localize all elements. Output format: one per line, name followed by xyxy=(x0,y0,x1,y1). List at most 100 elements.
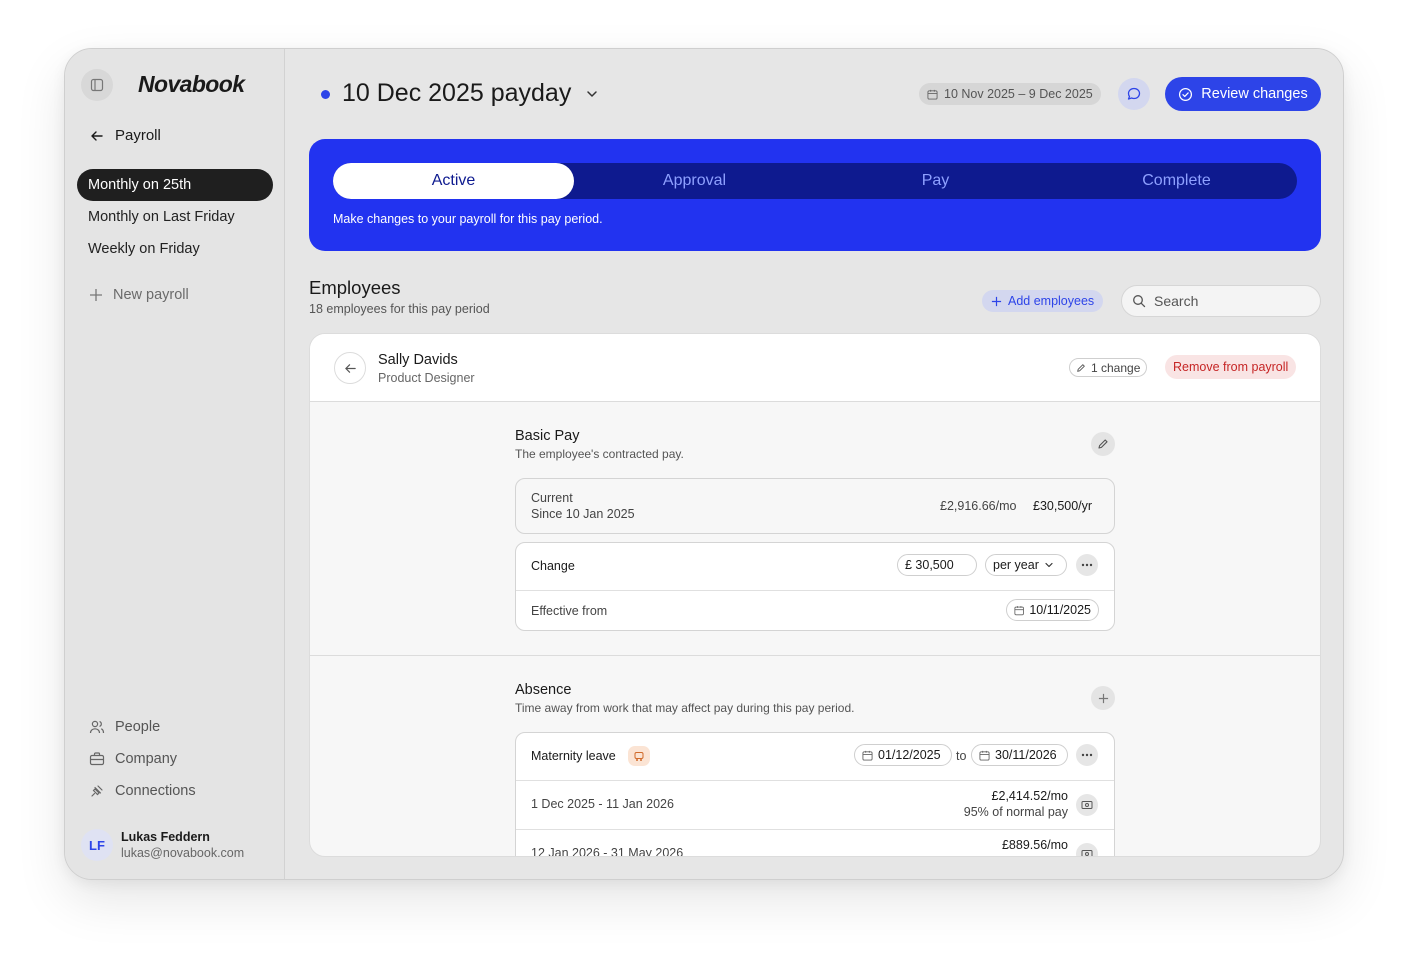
payroll-item-weekly-friday[interactable]: Weekly on Friday xyxy=(77,233,273,265)
plus-icon xyxy=(90,289,102,301)
absence-start-date[interactable]: 01/12/2025 xyxy=(854,744,952,766)
change-more-button[interactable] xyxy=(1076,554,1098,576)
change-pay-box: Change £ 30,500 per year Effective from … xyxy=(515,542,1115,631)
main-content: 10 Dec 2025 payday 10 Nov 2025 – 9 Dec 2… xyxy=(285,49,1343,879)
calendar-icon xyxy=(862,750,873,761)
user-profile[interactable]: LF Lukas Feddern lukas@novabook.com xyxy=(81,829,244,861)
basic-pay-title: Basic Pay xyxy=(515,428,580,444)
arrow-left-icon xyxy=(91,130,103,141)
more-dots-icon xyxy=(1081,563,1093,567)
arrow-left-icon xyxy=(344,363,356,373)
collapse-employee-button[interactable] xyxy=(334,352,366,384)
current-pay-monthly: £2,916.66/mo xyxy=(940,499,1017,513)
edit-basic-pay-button[interactable] xyxy=(1091,432,1115,456)
current-pay-since: Since 10 Jan 2025 xyxy=(531,507,635,521)
add-absence-button[interactable] xyxy=(1091,686,1115,710)
search-placeholder: Search xyxy=(1154,293,1199,309)
stepper-track: Active Approval Pay Complete xyxy=(333,163,1297,199)
payroll-item-monthly-25th[interactable]: Monthly on 25th xyxy=(77,169,273,201)
step-approval[interactable]: Approval xyxy=(574,163,815,199)
plus-icon xyxy=(1098,693,1108,703)
sidebar: Novabook Payroll Monthly on 25th Monthly… xyxy=(65,49,285,879)
pay-period-select-value: per year xyxy=(993,558,1039,572)
effective-date-input[interactable]: 10/11/2025 xyxy=(1006,599,1099,621)
back-to-payroll-link[interactable]: Payroll xyxy=(89,127,161,144)
add-employees-button[interactable]: Add employees xyxy=(982,290,1104,312)
payroll-item-monthly-last-friday[interactable]: Monthly on Last Friday xyxy=(77,201,273,233)
absence-end-value: 30/11/2026 xyxy=(995,748,1057,762)
effective-from-label: Effective from xyxy=(531,604,608,618)
pay-period-badge: 10 Nov 2025 – 9 Dec 2025 xyxy=(919,83,1101,105)
money-icon xyxy=(1081,801,1093,809)
chevron-down-icon[interactable] xyxy=(585,87,599,101)
step-active[interactable]: Active xyxy=(333,163,574,199)
absence-row-note: 95% of normal pay xyxy=(963,805,1068,819)
calendar-icon xyxy=(927,89,938,100)
employee-role: Product Designer xyxy=(378,371,475,385)
more-dots-icon xyxy=(1081,753,1093,757)
nav-people[interactable]: People xyxy=(89,719,160,735)
sidebar-toggle-icon xyxy=(90,78,104,92)
nav-company-label: Company xyxy=(115,751,178,767)
calendar-icon xyxy=(1014,605,1024,615)
nav-people-label: People xyxy=(115,719,161,735)
step-complete[interactable]: Complete xyxy=(1056,163,1297,199)
new-payroll-button[interactable]: New payroll xyxy=(89,287,189,303)
step-pay[interactable]: Pay xyxy=(815,163,1056,199)
row-divider xyxy=(516,829,1114,830)
pencil-icon xyxy=(1077,363,1085,372)
row-divider xyxy=(516,590,1114,591)
absence-end-date[interactable]: 30/11/2026 xyxy=(971,744,1068,766)
change-count-text: 1 change xyxy=(1091,360,1141,375)
avatar: LF xyxy=(81,829,113,861)
employee-name: Sally Davids xyxy=(378,352,458,368)
briefcase-icon xyxy=(89,752,105,766)
status-dot xyxy=(321,90,330,99)
user-email: lukas@novabook.com xyxy=(121,845,245,860)
payroll-stepper: Active Approval Pay Complete Make change… xyxy=(309,139,1321,251)
absence-subtitle: Time away from work that may affect pay … xyxy=(515,701,855,715)
logo: Novabook xyxy=(138,71,245,97)
effective-date-value: 10/11/2025 xyxy=(1029,603,1091,617)
app-window: Novabook Payroll Monthly on 25th Monthly… xyxy=(64,48,1344,880)
absence-more-button[interactable] xyxy=(1076,744,1098,766)
search-input[interactable]: Search xyxy=(1121,285,1321,317)
current-pay-box: Current Since 10 Jan 2025 £2,916.66/mo £… xyxy=(515,478,1115,534)
stepper-description: Make changes to your payroll for this pa… xyxy=(333,212,603,226)
money-icon xyxy=(1081,850,1093,856)
pay-info-button[interactable] xyxy=(1076,843,1098,856)
employees-subtitle: 18 employees for this pay period xyxy=(309,302,490,316)
remove-from-payroll-button[interactable]: Remove from payroll xyxy=(1165,355,1297,379)
plug-icon xyxy=(91,785,103,797)
comments-button[interactable] xyxy=(1118,78,1150,110)
nav-company[interactable]: Company xyxy=(89,751,177,767)
change-amount-input[interactable]: £ 30,500 xyxy=(897,554,977,576)
pay-period-select[interactable]: per year xyxy=(985,554,1067,576)
new-payroll-label: New payroll xyxy=(113,287,189,303)
absence-row-range: 12 Jan 2026 - 31 May 2026 xyxy=(531,846,684,857)
nav-connections-label: Connections xyxy=(115,783,196,799)
nav-connections[interactable]: Connections xyxy=(89,783,196,799)
absence-type-label: Maternity leave xyxy=(531,749,616,763)
absence-row-amount: £889.56/mo xyxy=(1001,838,1068,852)
people-icon xyxy=(89,720,105,734)
date-range-separator: to xyxy=(956,749,967,763)
page-title: 10 Dec 2025 payday xyxy=(342,79,572,107)
row-divider xyxy=(516,780,1114,781)
check-circle-icon xyxy=(1179,87,1193,101)
review-changes-button[interactable]: Review changes xyxy=(1165,77,1321,111)
absence-title: Absence xyxy=(515,682,572,698)
baby-carriage-icon xyxy=(628,746,650,766)
back-link-label: Payroll xyxy=(115,127,161,144)
calendar-icon xyxy=(979,750,990,761)
add-employees-label: Add employees xyxy=(1008,294,1095,308)
change-label: Change xyxy=(531,559,575,573)
absence-row-range: 1 Dec 2025 - 11 Jan 2026 xyxy=(531,797,674,811)
pay-period-text: 10 Nov 2025 – 9 Dec 2025 xyxy=(944,87,1093,101)
sidebar-toggle-button[interactable] xyxy=(81,69,113,101)
review-changes-label: Review changes xyxy=(1201,86,1308,102)
absence-start-value: 01/12/2025 xyxy=(878,748,941,762)
pay-info-button[interactable] xyxy=(1076,794,1098,816)
plus-icon xyxy=(991,296,1002,306)
current-pay-label: Current xyxy=(531,491,573,505)
